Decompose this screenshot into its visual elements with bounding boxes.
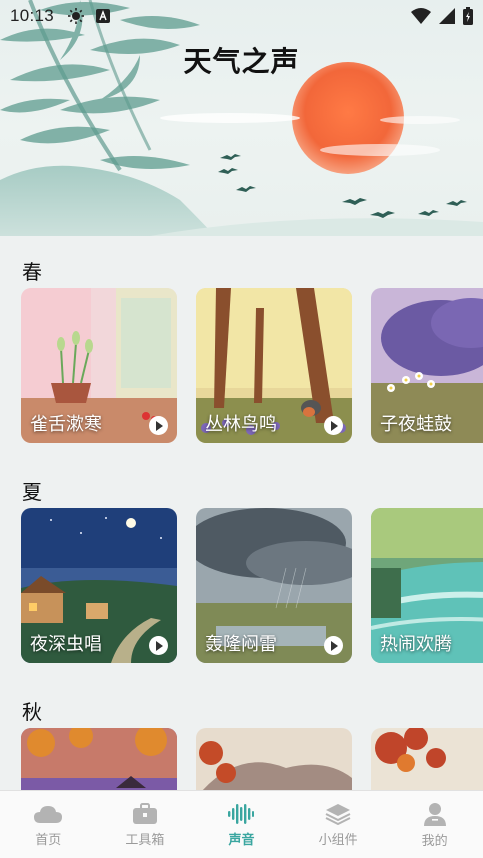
page-title: 天气之声 — [183, 45, 300, 78]
soundwave-icon — [228, 804, 255, 824]
bottom-navigation: 首页 工具箱 声音 小组件 我的 — [0, 790, 483, 858]
app-notification-icon — [96, 9, 111, 23]
card-title: 轰隆闷雷 — [205, 634, 277, 655]
card-title: 夜深虫唱 — [30, 634, 102, 655]
hero-illustration — [0, 0, 483, 236]
nav-item-profile[interactable]: 我的 — [386, 791, 483, 858]
sound-scene-list[interactable]: 春 雀舌漱寒 丛林鸟鸣 子夜蛙鼓 夏 夜深虫唱 轰隆闷雷 热闹欢腾 秋 — [0, 236, 483, 790]
card-row-spring[interactable]: 雀舌漱寒 丛林鸟鸣 子夜蛙鼓 — [21, 288, 483, 443]
sound-card[interactable]: 热闹欢腾 — [371, 508, 483, 663]
play-icon[interactable] — [149, 636, 168, 655]
nav-label: 首页 — [35, 833, 62, 848]
sound-card[interactable]: 雀舌漱寒 — [21, 288, 177, 443]
section-title-autumn: 秋 — [22, 700, 42, 724]
nav-label: 声音 — [228, 833, 255, 848]
nav-item-toolbox[interactable]: 工具箱 — [97, 791, 194, 858]
section-title-summer: 夏 — [22, 480, 42, 504]
card-image — [371, 728, 483, 790]
status-bar: 10:13 — [0, 0, 483, 32]
sound-card[interactable]: 轰隆闷雷 — [196, 508, 352, 663]
card-title: 丛林鸟鸣 — [205, 414, 277, 435]
layers-icon — [325, 804, 351, 825]
hero-banner: 天气之声 — [0, 0, 483, 236]
sound-card[interactable]: 子夜蛙鼓 — [371, 288, 483, 443]
card-title: 子夜蛙鼓 — [380, 414, 452, 435]
toolbox-icon — [132, 803, 157, 824]
battery-charging-icon — [463, 7, 473, 25]
profile-icon — [423, 803, 446, 826]
sound-card[interactable] — [21, 728, 177, 790]
nav-item-sound[interactable]: 声音 — [193, 791, 290, 858]
sound-card[interactable] — [196, 728, 352, 790]
card-image — [196, 728, 352, 790]
nav-label: 我的 — [421, 834, 448, 849]
nav-label: 工具箱 — [125, 833, 165, 848]
play-icon[interactable] — [324, 416, 343, 435]
card-row-autumn[interactable] — [21, 728, 483, 790]
play-icon[interactable] — [324, 636, 343, 655]
nav-item-widgets[interactable]: 小组件 — [290, 791, 387, 858]
card-row-summer[interactable]: 夜深虫唱 轰隆闷雷 热闹欢腾 — [21, 508, 483, 663]
card-title: 雀舌漱寒 — [30, 414, 102, 435]
sound-card[interactable]: 夜深虫唱 — [21, 508, 177, 663]
play-icon[interactable] — [149, 416, 168, 435]
brightness-icon — [68, 8, 85, 24]
wifi-icon — [411, 8, 431, 24]
sound-card[interactable] — [371, 728, 483, 790]
nav-label: 小组件 — [318, 833, 358, 848]
section-title-spring: 春 — [22, 260, 42, 284]
card-image — [21, 728, 177, 790]
card-title: 热闹欢腾 — [380, 634, 452, 655]
signal-icon — [439, 8, 455, 24]
sound-card[interactable]: 丛林鸟鸣 — [196, 288, 352, 443]
cloud-icon — [34, 806, 63, 823]
nav-item-home[interactable]: 首页 — [0, 791, 97, 858]
status-time: 10:13 — [10, 6, 55, 25]
